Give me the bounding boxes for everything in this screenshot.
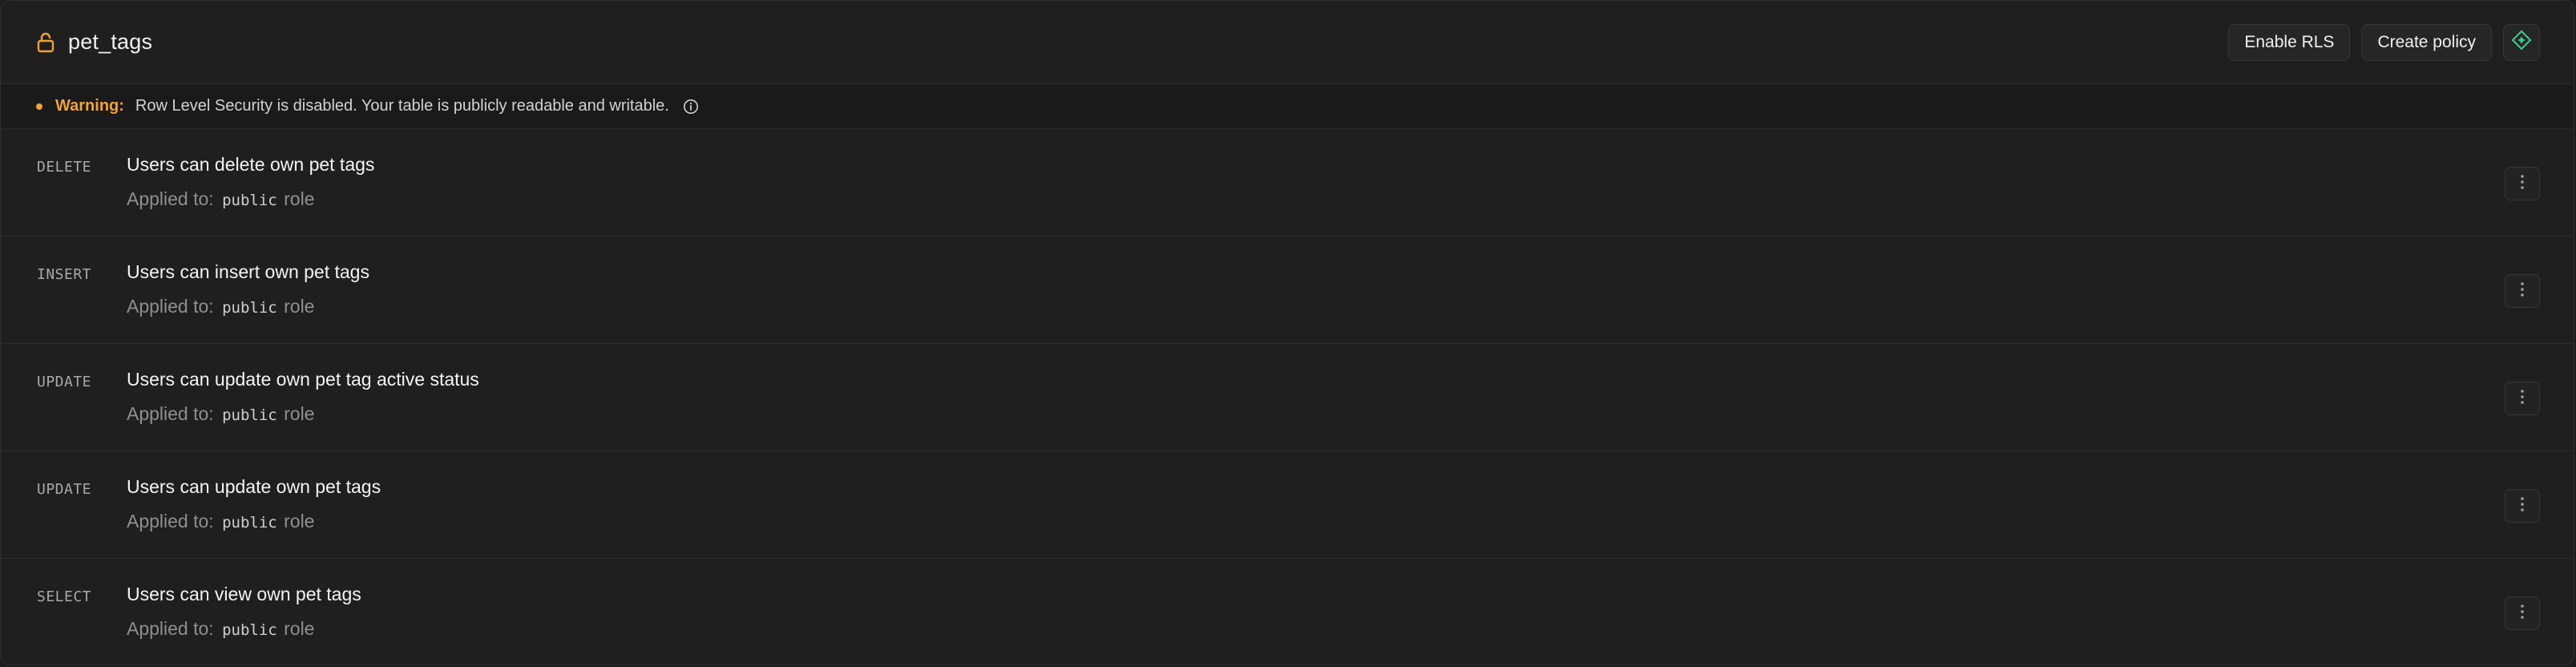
- policy-list: DELETE Users can delete own pet tags App…: [1, 129, 2574, 665]
- policy-role: public: [222, 192, 277, 209]
- diamond-sparkle-icon: [2511, 30, 2532, 55]
- policy-role: public: [222, 514, 277, 532]
- policy-info: Users can view own pet tags Applied to: …: [127, 584, 361, 640]
- policy-role: public: [222, 299, 277, 317]
- policy-command: INSERT: [37, 266, 92, 283]
- policy-applied-to: Applied to: public role: [127, 618, 361, 640]
- role-suffix: role: [278, 296, 315, 317]
- info-icon[interactable]: [682, 98, 700, 115]
- applied-prefix: Applied to:: [127, 296, 220, 317]
- policy-applied-to: Applied to: public role: [127, 188, 374, 210]
- more-vertical-icon: [2520, 281, 2525, 301]
- policy-name: Users can update own pet tag active stat…: [127, 369, 479, 390]
- applied-prefix: Applied to:: [127, 618, 220, 639]
- policy-command: UPDATE: [37, 481, 92, 498]
- policy-command: DELETE: [37, 159, 92, 176]
- more-vertical-icon: [2520, 174, 2525, 194]
- policy-more-button[interactable]: [2505, 167, 2540, 200]
- more-vertical-icon: [2520, 389, 2525, 409]
- ai-assistant-button[interactable]: [2503, 23, 2540, 61]
- policy-name: Users can insert own pet tags: [127, 261, 369, 282]
- policy-row[interactable]: INSERT Users can insert own pet tags App…: [1, 236, 2574, 344]
- policy-info: Users can insert own pet tags Applied to…: [127, 261, 369, 317]
- table-header: pet_tags Enable RLS Create policy: [1, 1, 2574, 84]
- policy-row[interactable]: SELECT Users can view own pet tags Appli…: [1, 559, 2574, 665]
- policy-name: Users can update own pet tags: [127, 476, 382, 497]
- more-vertical-icon: [2520, 604, 2525, 624]
- policy-more-button[interactable]: [2505, 274, 2540, 308]
- more-vertical-icon: [2520, 496, 2525, 516]
- policy-info: Users can update own pet tags Applied to…: [127, 476, 381, 532]
- role-suffix: role: [278, 188, 315, 209]
- policy-name: Users can delete own pet tags: [127, 154, 375, 175]
- policy-row[interactable]: DELETE Users can delete own pet tags App…: [1, 129, 2574, 236]
- policy-role: public: [222, 621, 277, 639]
- policy-more-button[interactable]: [2505, 596, 2540, 630]
- role-suffix: role: [278, 403, 315, 424]
- table-name: pet_tags: [68, 30, 153, 54]
- policy-applied-to: Applied to: public role: [127, 511, 381, 532]
- warning-label: Warning:: [55, 97, 124, 115]
- policy-applied-to: Applied to: public role: [127, 296, 369, 317]
- policy-name: Users can view own pet tags: [127, 584, 361, 604]
- policy-info: Users can delete own pet tags Applied to…: [127, 154, 374, 210]
- policy-command: UPDATE: [37, 374, 92, 390]
- policy-more-button[interactable]: [2505, 382, 2540, 415]
- applied-prefix: Applied to:: [127, 188, 220, 209]
- rls-warning-banner: Warning: Row Level Security is disabled.…: [1, 84, 2574, 129]
- role-suffix: role: [278, 511, 315, 532]
- unlocked-lock-icon: [34, 30, 57, 55]
- warning-text: Row Level Security is disabled. Your tab…: [135, 97, 669, 115]
- policy-row[interactable]: UPDATE Users can update own pet tag acti…: [1, 344, 2574, 451]
- policy-more-button[interactable]: [2505, 489, 2540, 523]
- policy-role: public: [222, 406, 277, 424]
- policy-info: Users can update own pet tag active stat…: [127, 369, 479, 425]
- enable-rls-button[interactable]: Enable RLS: [2228, 23, 2351, 61]
- policy-applied-to: Applied to: public role: [127, 403, 479, 425]
- policies-panel: pet_tags Enable RLS Create policy Warnin…: [0, 0, 2574, 665]
- create-policy-button[interactable]: Create policy: [2361, 23, 2492, 61]
- applied-prefix: Applied to:: [127, 511, 220, 532]
- policy-command: SELECT: [37, 588, 92, 605]
- warning-dot: [36, 103, 42, 110]
- policy-row[interactable]: UPDATE Users can update own pet tags App…: [1, 451, 2574, 559]
- role-suffix: role: [278, 618, 315, 639]
- applied-prefix: Applied to:: [127, 403, 220, 424]
- header-actions: Enable RLS Create policy: [2228, 23, 2540, 61]
